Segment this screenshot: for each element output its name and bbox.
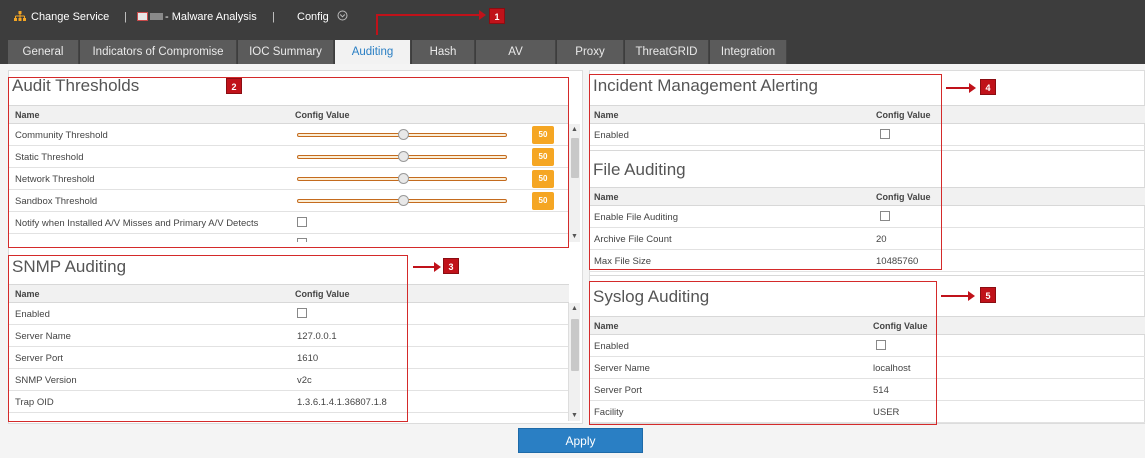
scroll-thumb[interactable] bbox=[571, 138, 579, 178]
sitemap-icon[interactable] bbox=[14, 11, 26, 25]
tab-ioc-summary[interactable]: IOC Summary bbox=[238, 40, 334, 64]
top-bar: Change Service | - Malware Analysis | Co… bbox=[0, 0, 1145, 37]
audit-thresholds-scrollbar[interactable]: ▲ ▼ bbox=[568, 124, 580, 242]
scroll-thumb[interactable] bbox=[571, 319, 579, 371]
tab-hash[interactable]: Hash bbox=[412, 40, 475, 64]
callout-badge-4: 4 bbox=[980, 79, 996, 95]
annotation-box-5 bbox=[589, 281, 937, 425]
tab-proxy[interactable]: Proxy bbox=[557, 40, 624, 64]
tab-integration[interactable]: Integration bbox=[710, 40, 787, 64]
service-name: - Malware Analysis bbox=[165, 11, 257, 23]
config-menu[interactable]: Config bbox=[297, 11, 329, 23]
annotation-box-3 bbox=[8, 255, 408, 422]
tab-bar: General Indicators of Compromise IOC Sum… bbox=[0, 37, 1145, 64]
tab-general[interactable]: General bbox=[8, 40, 79, 64]
tab-auditing[interactable]: Auditing bbox=[335, 40, 411, 64]
callout-4-arrow bbox=[946, 83, 976, 93]
service-flag-icon bbox=[137, 12, 163, 25]
callout-1-connector bbox=[376, 14, 378, 35]
chevron-down-circle-icon[interactable] bbox=[337, 10, 348, 24]
callout-badge-3: 3 bbox=[443, 258, 459, 274]
topbar-separator: | bbox=[124, 11, 127, 23]
tab-threatgrid[interactable]: ThreatGRID bbox=[625, 40, 709, 64]
tab-av[interactable]: AV bbox=[476, 40, 556, 64]
callout-3-arrow bbox=[413, 262, 441, 272]
callout-badge-2: 2 bbox=[226, 78, 242, 94]
scroll-down-icon[interactable]: ▼ bbox=[571, 412, 578, 419]
change-service-link[interactable]: Change Service bbox=[31, 11, 109, 23]
callout-badge-5: 5 bbox=[980, 287, 996, 303]
scroll-down-icon[interactable]: ▼ bbox=[571, 233, 578, 240]
divider bbox=[590, 275, 1145, 276]
annotation-box-2 bbox=[8, 77, 569, 248]
scroll-up-icon[interactable]: ▲ bbox=[571, 126, 578, 133]
callout-5-arrow bbox=[941, 291, 975, 301]
apply-button[interactable]: Apply bbox=[518, 428, 643, 453]
callout-1-arrow bbox=[376, 10, 486, 20]
tab-indicators-of-compromise[interactable]: Indicators of Compromise bbox=[80, 40, 237, 64]
callout-badge-1: 1 bbox=[489, 8, 505, 24]
snmp-scrollbar[interactable]: ▲ ▼ bbox=[568, 303, 580, 421]
topbar-separator-2: | bbox=[272, 11, 275, 23]
annotation-box-4 bbox=[589, 74, 942, 270]
scroll-up-icon[interactable]: ▲ bbox=[571, 305, 578, 312]
